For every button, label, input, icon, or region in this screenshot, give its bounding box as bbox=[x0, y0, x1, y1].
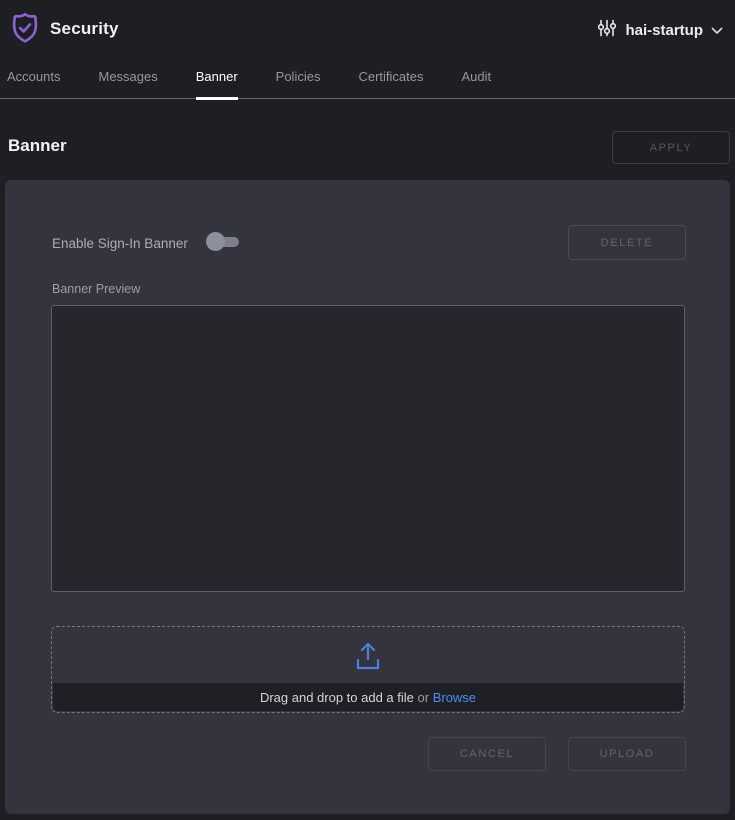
tab-messages[interactable]: Messages bbox=[98, 57, 157, 98]
tab-policies[interactable]: Policies bbox=[276, 57, 321, 98]
sliders-icon bbox=[597, 18, 617, 43]
tab-divider bbox=[0, 98, 735, 99]
tab-certificates[interactable]: Certificates bbox=[358, 57, 423, 98]
browse-link[interactable]: Browse bbox=[433, 690, 476, 705]
delete-button[interactable]: DELETE bbox=[568, 225, 686, 260]
tab-audit[interactable]: Audit bbox=[461, 57, 491, 98]
file-dropzone[interactable]: Drag and drop to add a file or Browse bbox=[51, 626, 685, 713]
org-name: hai-startup bbox=[625, 22, 703, 39]
toggle-knob bbox=[206, 232, 225, 251]
dropzone-or-text: or bbox=[414, 690, 433, 705]
upload-icon bbox=[354, 641, 382, 671]
chevron-down-icon bbox=[711, 22, 723, 40]
banner-settings-panel: Enable Sign-In Banner DELETE Banner Prev… bbox=[5, 180, 730, 814]
dropzone-caption: Drag and drop to add a file or Browse bbox=[53, 683, 683, 711]
apply-button[interactable]: APPLY bbox=[612, 131, 730, 164]
security-page: Security hai-startup Accounts Messages B… bbox=[0, 0, 735, 820]
enable-banner-toggle[interactable] bbox=[206, 232, 240, 252]
tab-accounts[interactable]: Accounts bbox=[7, 57, 60, 98]
dropzone-text: Drag and drop to add a file bbox=[260, 690, 414, 705]
app-header: Security hai-startup bbox=[0, 0, 735, 56]
shield-check-icon bbox=[8, 11, 42, 45]
cancel-button[interactable]: CANCEL bbox=[428, 737, 546, 771]
upload-button[interactable]: UPLOAD bbox=[568, 737, 686, 771]
enable-banner-toggle-label: Enable Sign-In Banner bbox=[52, 236, 188, 251]
tab-banner[interactable]: Banner bbox=[196, 57, 238, 98]
org-switcher[interactable]: hai-startup bbox=[597, 18, 723, 43]
page-title: Banner bbox=[8, 136, 67, 156]
banner-preview-label: Banner Preview bbox=[52, 282, 140, 296]
tab-bar: Accounts Messages Banner Policies Certif… bbox=[0, 56, 735, 98]
app-title: Security bbox=[50, 19, 119, 39]
banner-preview-box bbox=[51, 305, 685, 592]
